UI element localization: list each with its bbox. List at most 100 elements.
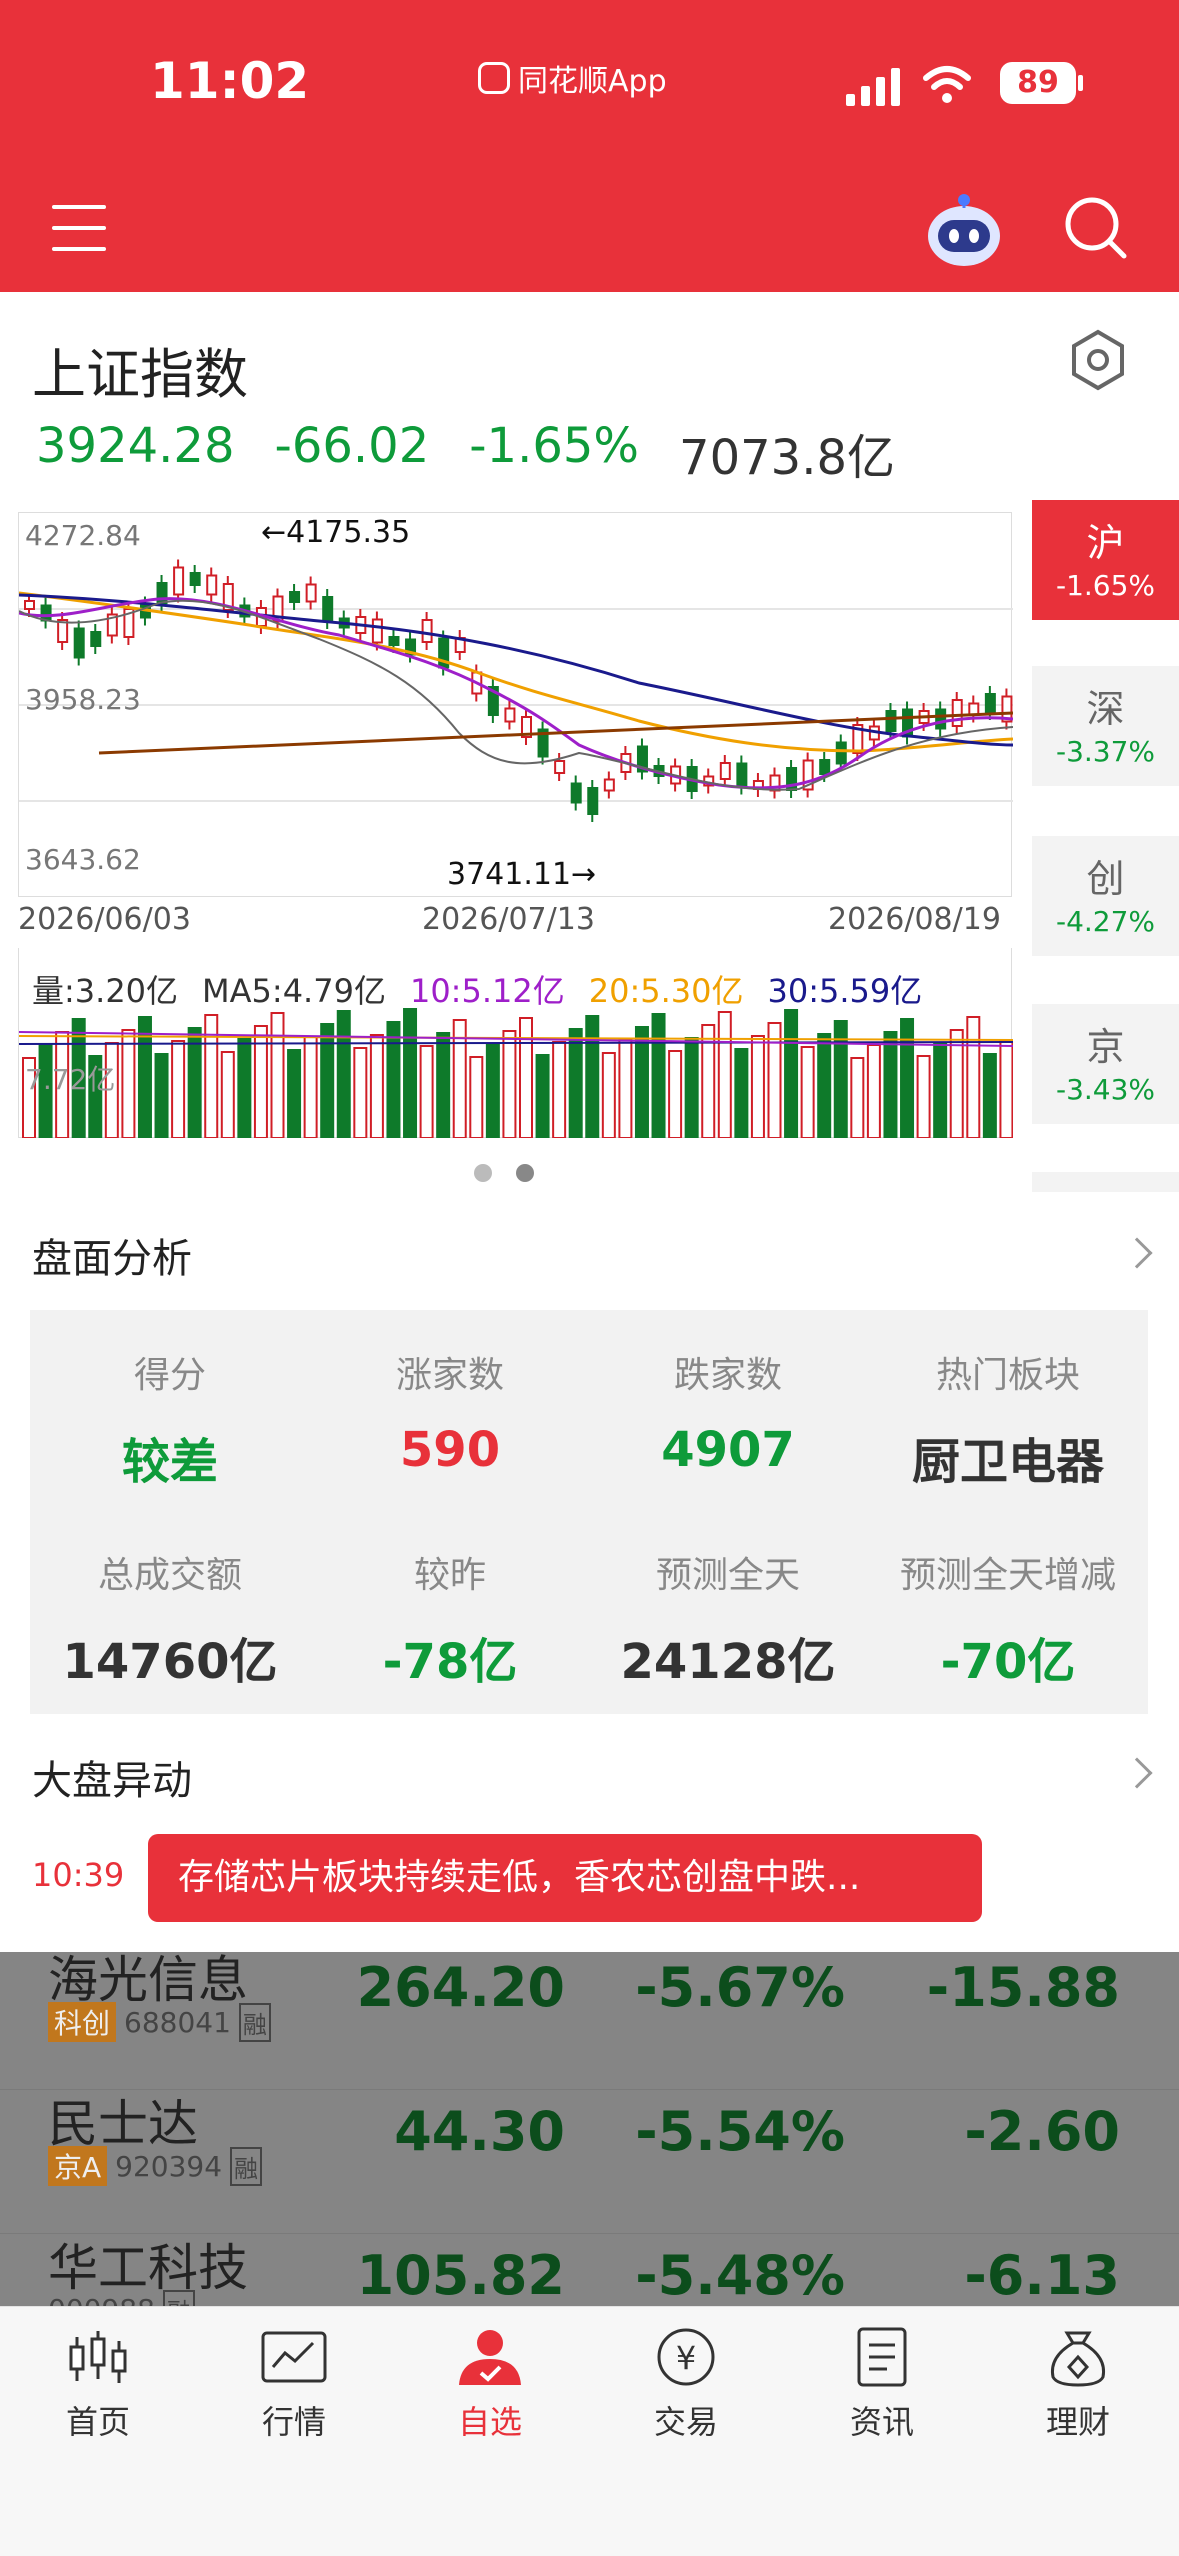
volume-bar bbox=[982, 1053, 997, 1139]
side-tab-sh[interactable]: 沪 -1.65% bbox=[1032, 500, 1179, 620]
cell-value: 24128亿 bbox=[620, 1634, 836, 1690]
candle-body bbox=[189, 572, 201, 586]
volume-bar bbox=[585, 1015, 600, 1139]
volume-bar bbox=[883, 1031, 898, 1139]
cell-value: 较差 bbox=[121, 1434, 218, 1490]
yen-coin-icon: ¥ bbox=[657, 2328, 715, 2386]
nav-trade[interactable]: ¥ 交易 bbox=[588, 2327, 784, 2443]
stock-change: -15.88 bbox=[926, 1956, 1120, 2019]
movement-title[interactable]: 大盘异动 bbox=[32, 1748, 192, 1806]
candle-body bbox=[719, 762, 731, 780]
y-axis-high: 4272.84 bbox=[25, 519, 141, 552]
volume-bar bbox=[767, 1022, 782, 1139]
wifi-icon bbox=[923, 66, 971, 103]
table-row[interactable]: 民士达 京A 920394 融 44.30 -5.54% -2.60 bbox=[0, 2090, 1179, 2234]
nav-label: 交易 bbox=[653, 2403, 718, 2441]
market-chart-icon bbox=[261, 2331, 327, 2383]
stock-pct: -5.67% bbox=[635, 1956, 845, 2019]
candle-body bbox=[984, 693, 996, 713]
cell-label: 热门板块 bbox=[935, 1355, 1080, 1396]
menu-icon[interactable] bbox=[52, 205, 106, 251]
candle-body bbox=[504, 707, 516, 723]
y-axis-mid: 3958.23 bbox=[25, 683, 141, 716]
table-row[interactable]: 华工科技 000988 融 105.82 -5.48% -6.13 bbox=[0, 2234, 1179, 2306]
stock-price: 264.20 bbox=[356, 1956, 565, 2019]
side-tab-bj[interactable]: 京 -3.43% bbox=[1032, 1004, 1179, 1124]
candle-body bbox=[289, 591, 301, 603]
movement-time: 10:39 bbox=[32, 1856, 125, 1894]
volume-bar bbox=[734, 1048, 749, 1139]
candle-body bbox=[206, 574, 218, 596]
volume-bar bbox=[750, 1035, 765, 1139]
side-tab-cy[interactable]: 创 -4.27% bbox=[1032, 836, 1179, 956]
volume-bar bbox=[369, 1034, 384, 1139]
cell-total-volume: 总成交额 14760亿 bbox=[30, 1546, 310, 1692]
search-icon[interactable] bbox=[1062, 194, 1128, 260]
top-header: 11:02 同花顺App 89 bbox=[0, 0, 1179, 292]
stock-pct: -5.54% bbox=[635, 2100, 845, 2163]
movement-alert[interactable]: 存储芯片板块持续走低，香农芯创盘中跌... bbox=[148, 1834, 982, 1922]
cell-forecast-day: 预测全天 24128亿 bbox=[588, 1546, 868, 1692]
page-dot-2[interactable] bbox=[516, 1164, 534, 1182]
nav-label: 首页 bbox=[65, 2403, 130, 2441]
volume-bar bbox=[237, 1038, 252, 1139]
volume-bar bbox=[684, 1037, 699, 1139]
robot-assistant-icon[interactable] bbox=[924, 190, 1004, 270]
index-price: 3924.28 bbox=[36, 418, 235, 474]
cell-label: 涨家数 bbox=[395, 1355, 504, 1396]
candle-body bbox=[322, 596, 334, 622]
index-change: -66.02 bbox=[274, 418, 430, 474]
candlestick-icon bbox=[69, 2331, 127, 2383]
volume-bar bbox=[552, 1041, 567, 1139]
stock-change: -6.13 bbox=[964, 2244, 1120, 2306]
side-tab-sz[interactable]: 深 -3.37% bbox=[1032, 666, 1179, 786]
cell-value: -78亿 bbox=[382, 1634, 518, 1690]
candle-body bbox=[603, 778, 615, 792]
max-price-marker: ←4175.35 bbox=[261, 515, 411, 550]
volume-bar bbox=[137, 1016, 152, 1139]
volume-bar bbox=[933, 1042, 948, 1139]
candle-body bbox=[819, 759, 831, 775]
volume-bar bbox=[469, 1056, 484, 1139]
page-dots bbox=[474, 1164, 534, 1182]
stock-change: -2.60 bbox=[964, 2100, 1120, 2163]
table-row[interactable]: 海光信息 科创 688041 融 264.20 -5.67% -15.88 bbox=[0, 1952, 1179, 2090]
nav-home[interactable]: 首页 bbox=[0, 2327, 196, 2443]
volume-axis-label: 7.72亿 bbox=[25, 1063, 116, 1096]
nav-label: 自选 bbox=[457, 2403, 522, 2441]
watchlist-person-icon bbox=[459, 2330, 521, 2385]
volume-bar bbox=[154, 1053, 169, 1139]
candle-body bbox=[40, 604, 52, 622]
analysis-title[interactable]: 盘面分析 bbox=[32, 1226, 192, 1284]
volume-bar bbox=[419, 1045, 434, 1139]
y-axis-low: 3643.62 bbox=[25, 843, 141, 876]
svg-text:¥: ¥ bbox=[676, 2339, 696, 2377]
nav-watchlist[interactable]: 自选 bbox=[392, 2327, 588, 2443]
cell-value: 14760亿 bbox=[62, 1634, 278, 1690]
min-price-marker: 3741.11→ bbox=[447, 857, 597, 892]
candle-body bbox=[73, 627, 85, 659]
kline-chart[interactable]: 4272.84 3958.23 3643.62 ←4175.35 3741.11… bbox=[18, 512, 1014, 897]
stock-code: 000988 bbox=[48, 2293, 155, 2306]
cell-value: -70亿 bbox=[940, 1634, 1076, 1690]
side-tab-more[interactable] bbox=[1032, 1172, 1179, 1192]
cell-hot-sector[interactable]: 热门板块 厨卫电器 bbox=[868, 1346, 1148, 1492]
settings-hexagon-icon[interactable] bbox=[1066, 328, 1130, 392]
cell-vs-yesterday: 较昨 -78亿 bbox=[310, 1546, 590, 1692]
volume-bar bbox=[900, 1018, 915, 1139]
page-dot-1[interactable] bbox=[474, 1164, 492, 1182]
cell-value: 590 bbox=[399, 1422, 501, 1478]
battery-indicator: 89 bbox=[1000, 62, 1076, 104]
nav-news[interactable]: 资讯 bbox=[784, 2327, 980, 2443]
stock-code: 688041 bbox=[124, 2005, 231, 2039]
nav-market[interactable]: 行情 bbox=[196, 2327, 392, 2443]
side-tab-label: 创 bbox=[1086, 857, 1125, 901]
vol-ma10: 10:5.12亿 bbox=[409, 972, 565, 1010]
vol-ma20: 20:5.30亿 bbox=[588, 972, 744, 1010]
volume-bar bbox=[320, 1023, 335, 1139]
chevron-right-icon[interactable] bbox=[1121, 1757, 1153, 1789]
cell-label: 得分 bbox=[133, 1355, 206, 1396]
nav-wealth[interactable]: 理财 bbox=[980, 2327, 1176, 2443]
vol-ma30: 30:5.59亿 bbox=[767, 972, 923, 1010]
chevron-right-icon[interactable] bbox=[1121, 1237, 1153, 1269]
